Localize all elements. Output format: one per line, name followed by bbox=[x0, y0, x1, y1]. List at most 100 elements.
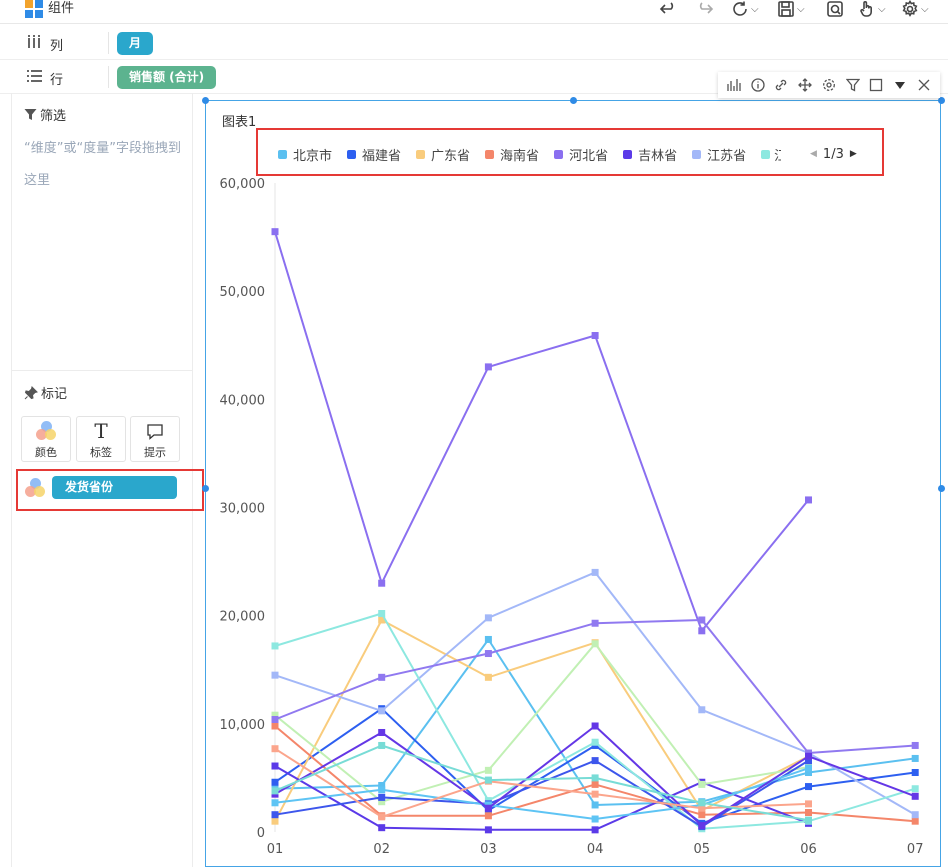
data-point bbox=[591, 568, 599, 576]
data-point bbox=[378, 813, 386, 821]
highlight-box bbox=[16, 469, 204, 511]
data-point bbox=[378, 786, 386, 794]
data-point bbox=[484, 776, 492, 784]
data-point bbox=[378, 741, 386, 749]
columns-shelf: 列 月 bbox=[0, 26, 948, 60]
data-point bbox=[378, 728, 386, 736]
data-point bbox=[484, 650, 492, 658]
data-point bbox=[591, 774, 599, 782]
resize-handle[interactable] bbox=[570, 97, 577, 104]
tooltip-mark-label: 提示 bbox=[144, 446, 166, 459]
data-point bbox=[698, 811, 706, 819]
move-icon[interactable] bbox=[797, 77, 813, 93]
series-line bbox=[274, 231, 810, 632]
data-point bbox=[911, 785, 919, 793]
data-point bbox=[271, 787, 279, 795]
filter-drop-zone[interactable]: “维度”或“度量”字段拖拽到这里 bbox=[24, 133, 184, 197]
preview-icon bbox=[827, 1, 843, 17]
data-point bbox=[911, 741, 919, 749]
data-point bbox=[591, 780, 599, 788]
undo-button[interactable] bbox=[659, 0, 677, 18]
data-point bbox=[698, 627, 706, 635]
redo-button[interactable] bbox=[696, 0, 714, 18]
data-point bbox=[591, 826, 599, 834]
info-icon[interactable] bbox=[750, 77, 766, 93]
data-point bbox=[591, 815, 599, 823]
data-point bbox=[805, 496, 812, 504]
rows-field-pill[interactable]: 销售额 (合计) bbox=[117, 66, 217, 89]
gear-icon[interactable] bbox=[821, 77, 837, 93]
data-point bbox=[484, 635, 492, 643]
resize-handle[interactable] bbox=[202, 97, 209, 104]
save-icon bbox=[778, 1, 794, 17]
data-point bbox=[271, 762, 279, 770]
data-point bbox=[698, 706, 706, 714]
color-mark-label: 颜色 bbox=[35, 446, 57, 459]
data-point bbox=[591, 790, 599, 798]
caret-down-icon[interactable] bbox=[892, 77, 908, 93]
data-point bbox=[911, 754, 919, 762]
label-mark-button[interactable]: T 标签 bbox=[76, 416, 126, 462]
data-point bbox=[591, 738, 599, 746]
data-point bbox=[805, 752, 812, 760]
x-tick-label: 01 bbox=[267, 842, 284, 857]
x-tick-label: 02 bbox=[373, 842, 390, 857]
preview-button[interactable] bbox=[826, 0, 844, 18]
x-tick-label: 04 bbox=[587, 842, 604, 857]
pin-icon bbox=[24, 385, 38, 399]
data-point bbox=[698, 822, 706, 830]
y-tick-label: 10,000 bbox=[220, 718, 266, 733]
data-point bbox=[805, 783, 812, 791]
data-point bbox=[911, 817, 919, 825]
hand-pointer-icon bbox=[860, 1, 873, 17]
resize-handle[interactable] bbox=[938, 97, 945, 104]
chevron-down-icon: ⌵ bbox=[797, 3, 805, 15]
chevron-down-icon: ⌵ bbox=[878, 3, 886, 15]
chevron-down-icon: ⌵ bbox=[921, 3, 929, 15]
refresh-icon bbox=[733, 1, 747, 16]
shelf-divider bbox=[108, 66, 109, 88]
tooltip-icon bbox=[147, 423, 163, 440]
data-point bbox=[484, 614, 492, 622]
chart-title: 图表1 bbox=[222, 115, 257, 130]
top-toolbar: 组件 ⌵ ⌵ ⌵ ⌵ bbox=[0, 0, 948, 24]
save-button[interactable]: ⌵ bbox=[777, 0, 805, 18]
shelf-divider bbox=[108, 32, 109, 54]
interaction-button[interactable]: ⌵ bbox=[858, 0, 886, 18]
y-tick-label: 20,000 bbox=[220, 610, 266, 625]
data-point bbox=[805, 816, 812, 824]
filter-icon[interactable] bbox=[845, 77, 861, 93]
settings-button[interactable]: ⌵ bbox=[901, 0, 929, 18]
color-icon bbox=[36, 421, 56, 441]
columns-field-pill[interactable]: 月 bbox=[117, 32, 154, 55]
chart-toolbar bbox=[718, 72, 940, 98]
maximize-icon[interactable] bbox=[868, 77, 884, 93]
data-point bbox=[698, 799, 706, 807]
data-point bbox=[484, 673, 492, 681]
data-point bbox=[271, 817, 279, 825]
data-point bbox=[271, 745, 279, 753]
rows-icon bbox=[27, 69, 42, 86]
chart-type-icon[interactable] bbox=[726, 77, 742, 93]
data-point bbox=[271, 642, 279, 650]
close-icon[interactable] bbox=[916, 77, 932, 93]
y-tick-label: 30,000 bbox=[220, 502, 266, 517]
color-mark-button[interactable]: 颜色 bbox=[21, 416, 71, 462]
data-point bbox=[698, 616, 706, 624]
filter-icon bbox=[24, 109, 37, 120]
x-tick-label: 06 bbox=[800, 842, 817, 857]
data-point bbox=[805, 764, 812, 772]
link-icon[interactable] bbox=[773, 77, 789, 93]
tooltip-mark-button[interactable]: 提示 bbox=[130, 416, 180, 462]
refresh-button[interactable]: ⌵ bbox=[731, 0, 759, 18]
y-tick-label: 60,000 bbox=[220, 177, 266, 192]
data-point bbox=[271, 811, 279, 819]
data-point bbox=[271, 778, 279, 786]
data-point bbox=[591, 801, 599, 809]
data-point bbox=[805, 809, 812, 817]
data-point bbox=[378, 579, 386, 587]
data-point bbox=[805, 800, 812, 808]
data-point bbox=[484, 804, 492, 812]
data-point bbox=[271, 799, 279, 807]
data-point bbox=[378, 673, 386, 681]
